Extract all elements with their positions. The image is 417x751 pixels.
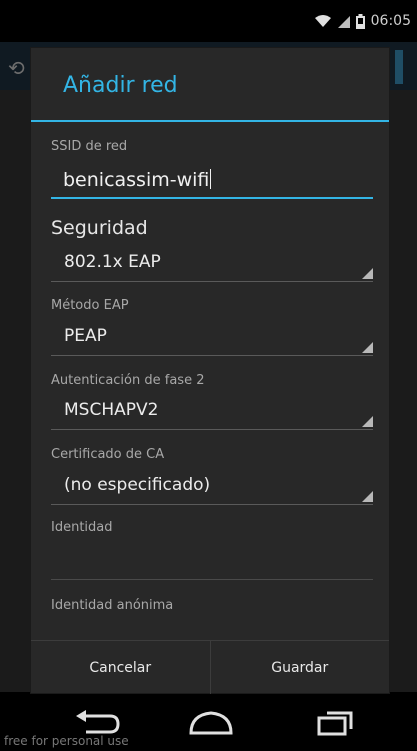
save-button[interactable]: Guardar <box>209 641 390 694</box>
ca-certificate-spinner[interactable]: (no especificado) <box>51 469 373 505</box>
status-bar: 06:05 <box>0 0 417 42</box>
add-network-dialog: Añadir red SSID de red benicassim-wifi S… <box>31 48 389 694</box>
ca-certificate-label: Certificado de CA <box>51 447 165 462</box>
ssid-label: SSID de red <box>51 139 128 154</box>
ca-certificate-value: (no especificado) <box>64 475 211 495</box>
dropdown-arrow-icon <box>362 268 373 279</box>
recents-icon[interactable] <box>313 709 357 741</box>
eap-method-value: PEAP <box>64 326 107 346</box>
identity-label: Identidad <box>51 520 113 535</box>
ssid-input-value: benicassim-wifi <box>63 169 210 191</box>
title-divider <box>31 120 389 122</box>
eap-method-spinner[interactable]: PEAP <box>51 320 373 356</box>
status-icons: 06:05 <box>314 10 411 32</box>
background-app-icon: ⟲ <box>8 56 25 80</box>
cancel-button[interactable]: Cancelar <box>31 641 210 694</box>
dropdown-arrow-icon <box>362 342 373 353</box>
dropdown-arrow-icon <box>362 491 373 502</box>
home-icon[interactable] <box>187 709 235 741</box>
dropdown-arrow-icon <box>362 416 373 427</box>
dialog-buttons: Cancelar Guardar <box>31 640 389 694</box>
phase2-auth-value: MSCHAPV2 <box>64 400 159 420</box>
text-cursor <box>210 169 212 189</box>
security-label: Seguridad <box>51 217 148 239</box>
anonymous-identity-label: Identidad anónima <box>51 598 174 613</box>
ssid-input[interactable]: benicassim-wifi <box>51 163 373 199</box>
watermark: free for personal use <box>4 734 129 748</box>
wifi-icon <box>314 14 332 28</box>
background-scroll-indicator <box>395 50 403 84</box>
clock: 06:05 <box>370 13 411 29</box>
dialog-title: Añadir red <box>63 73 178 98</box>
phase2-auth-spinner[interactable]: MSCHAPV2 <box>51 394 373 430</box>
phase2-auth-label: Autenticación de fase 2 <box>51 373 205 388</box>
signal-icon <box>337 14 350 28</box>
security-value: 802.1x EAP <box>64 252 161 272</box>
eap-method-label: Método EAP <box>51 298 129 313</box>
battery-icon <box>355 13 365 29</box>
security-spinner[interactable]: 802.1x EAP <box>51 246 373 282</box>
identity-input[interactable] <box>51 544 373 580</box>
